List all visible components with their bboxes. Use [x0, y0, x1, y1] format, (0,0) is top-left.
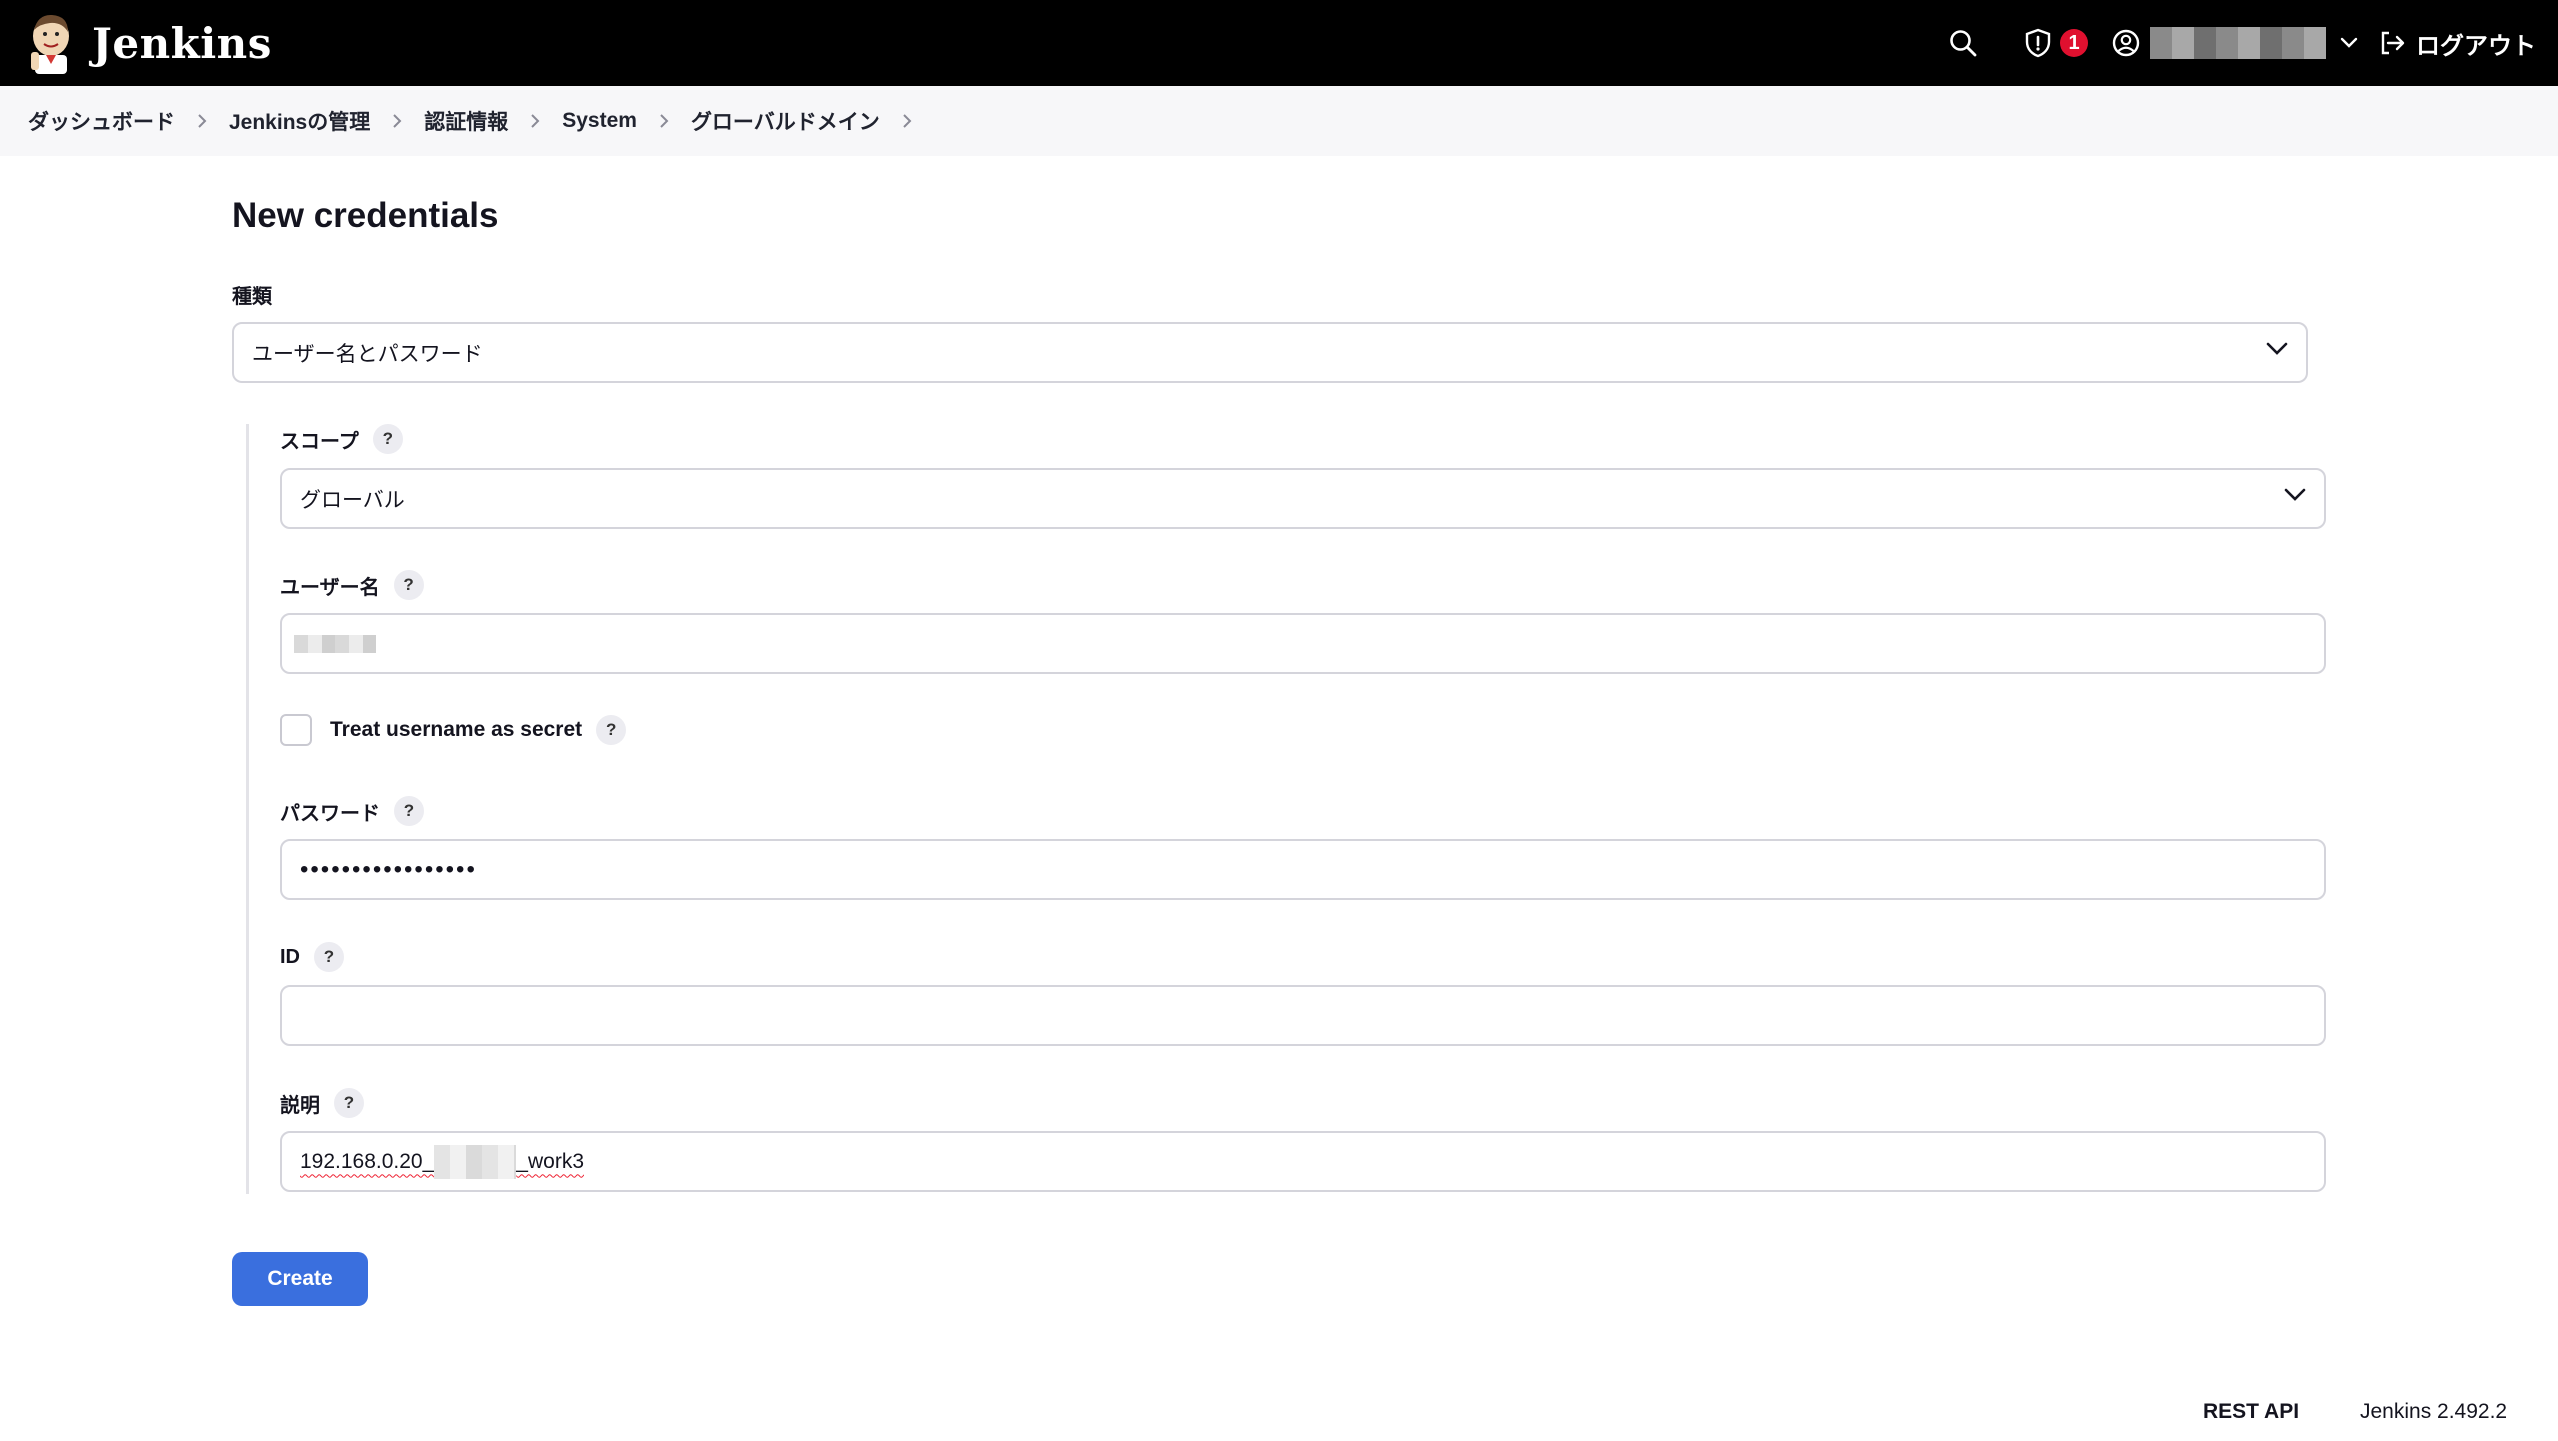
jenkins-version-link[interactable]: Jenkins 2.492.2	[2360, 1400, 2507, 1424]
scope-label: スコープ ?	[280, 424, 403, 454]
id-label: ID ?	[280, 942, 344, 972]
breadcrumb-credentials[interactable]: 認証情報	[424, 106, 508, 136]
breadcrumb-system[interactable]: System	[562, 109, 637, 133]
description-value-suffix: _work3	[516, 1149, 584, 1173]
description-value-prefix: 192.168.0.20_	[300, 1149, 435, 1173]
brand-link[interactable]: Jenkins	[26, 12, 272, 74]
logout-icon	[2381, 31, 2405, 55]
description-value-redacted	[434, 1144, 517, 1179]
security-badge: 1	[2060, 29, 2088, 57]
security-alerts-button[interactable]: 1	[2024, 0, 2088, 86]
kind-label: 種類	[232, 280, 272, 309]
chevron-down-icon[interactable]	[2340, 37, 2358, 49]
chevron-down-icon	[2284, 488, 2306, 501]
id-label-text: ID	[280, 945, 300, 968]
chevron-right-icon[interactable]	[659, 113, 669, 129]
help-icon[interactable]: ?	[334, 1088, 364, 1118]
help-icon[interactable]: ?	[394, 796, 424, 826]
user-menu[interactable]	[2112, 0, 2358, 86]
breadcrumb: ダッシュボード Jenkinsの管理 認証情報 System グローバルドメイン	[0, 86, 2558, 156]
indent-bar	[246, 424, 249, 1194]
description-label: 説明 ?	[280, 1088, 364, 1118]
chevron-right-icon[interactable]	[530, 113, 540, 129]
search-button[interactable]	[1948, 0, 1978, 86]
chevron-right-icon[interactable]	[392, 113, 402, 129]
breadcrumb-dashboard[interactable]: ダッシュボード	[28, 106, 175, 136]
username-label: ユーザー名 ?	[280, 570, 424, 600]
treat-username-secret-text: Treat username as secret	[330, 718, 583, 741]
help-icon[interactable]: ?	[314, 942, 344, 972]
kind-select[interactable]: ユーザー名とパスワード	[232, 322, 2308, 383]
page-title: New credentials	[232, 196, 499, 235]
user-circle-icon	[2112, 29, 2140, 57]
password-input[interactable]: •••••••••••••••••	[280, 839, 2326, 900]
description-label-text: 説明	[280, 1094, 320, 1117]
logout-link[interactable]: ログアウト	[2378, 0, 2536, 86]
shield-icon	[2025, 28, 2051, 58]
chevron-right-icon[interactable]	[197, 113, 207, 129]
password-label-text: パスワード	[280, 802, 380, 825]
breadcrumb-manage-jenkins[interactable]: Jenkinsの管理	[229, 106, 370, 136]
rest-api-link[interactable]: REST API	[2203, 1400, 2299, 1424]
jenkins-logo	[31, 14, 69, 74]
chevron-right-icon[interactable]	[902, 113, 912, 129]
treat-username-secret-checkbox[interactable]	[280, 714, 312, 746]
logout-label: ログアウト	[2416, 32, 2536, 60]
scope-select[interactable]: グローバル	[280, 468, 2326, 529]
username-label-text: ユーザー名	[280, 576, 380, 599]
user-name-redacted	[2150, 27, 2326, 59]
username-input[interactable]	[280, 613, 2326, 674]
scope-label-text: スコープ	[280, 430, 359, 453]
help-icon[interactable]: ?	[393, 570, 424, 600]
breadcrumb-global-domain[interactable]: グローバルドメイン	[691, 106, 880, 136]
top-header: Jenkins 1 ログアウト	[0, 0, 2558, 86]
password-label: パスワード ?	[280, 796, 424, 826]
scope-select-value: グローバル	[300, 488, 405, 512]
password-value: •••••••••••••••••	[300, 855, 477, 883]
help-icon[interactable]: ?	[596, 715, 627, 745]
kind-label-text: 種類	[232, 286, 272, 308]
search-icon	[1950, 30, 1977, 57]
username-value-redacted	[294, 634, 376, 653]
kind-select-value: ユーザー名とパスワード	[252, 342, 483, 366]
treat-username-secret-label: Treat username as secret ?	[330, 714, 627, 746]
id-input[interactable]	[280, 985, 2326, 1046]
chevron-down-icon	[2266, 342, 2288, 355]
create-button[interactable]: Create	[232, 1252, 368, 1306]
description-input[interactable]: 192.168.0.20_ _work3	[280, 1131, 2326, 1192]
brand-name: Jenkins	[92, 18, 272, 68]
help-icon[interactable]: ?	[372, 424, 403, 454]
